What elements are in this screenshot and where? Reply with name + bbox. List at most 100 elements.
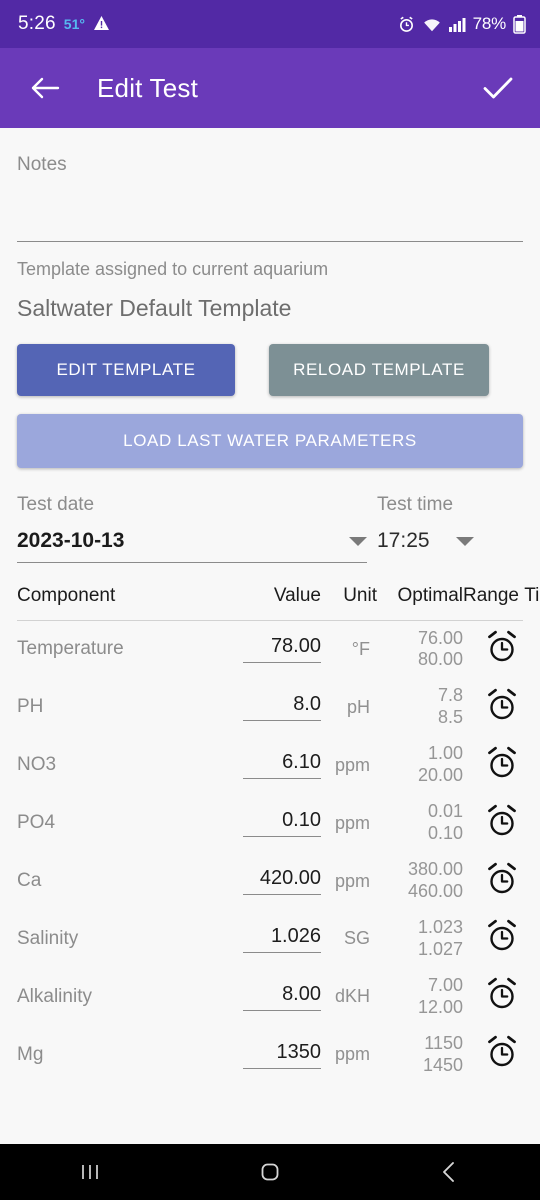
table-row: Salinity 1.026 SG 1.023 1.027 bbox=[17, 910, 523, 968]
alarm-clock-icon[interactable] bbox=[485, 688, 519, 722]
value-input[interactable]: 8.0 bbox=[243, 693, 321, 722]
header-unit: Unit bbox=[343, 585, 377, 606]
home-icon[interactable] bbox=[225, 1150, 315, 1194]
optimal-high: 1.027 bbox=[417, 938, 463, 959]
optimal-low: 0.01 bbox=[427, 801, 463, 822]
header-range-timer: Range Timer bbox=[463, 585, 540, 619]
unit-label: SG bbox=[343, 928, 370, 949]
optimal-high: 80.00 bbox=[417, 649, 463, 670]
status-bar-right: 78% bbox=[398, 14, 526, 34]
value-input[interactable]: 1.026 bbox=[243, 925, 321, 953]
optimal-low: 76.00 bbox=[417, 627, 463, 648]
value-cell[interactable]: 8.0 bbox=[229, 678, 321, 736]
value-text: 6.10 bbox=[282, 751, 321, 774]
unit-label: ppm bbox=[334, 1044, 370, 1065]
optimal-low: 1150 bbox=[424, 1032, 463, 1053]
reload-template-button[interactable]: RELOAD TEMPLATE bbox=[269, 344, 489, 396]
optimal-high: 460.00 bbox=[407, 881, 463, 902]
back-arrow-icon[interactable] bbox=[26, 69, 64, 107]
value-cell[interactable]: 1.026 bbox=[229, 910, 321, 968]
notes-input[interactable] bbox=[17, 184, 523, 241]
value-cell[interactable]: 420.00 bbox=[229, 852, 321, 910]
app-bar: Edit Test bbox=[0, 48, 540, 128]
optimal-range: 380.00 460.00 bbox=[377, 852, 463, 910]
test-date-field[interactable]: Test date 2023-10-13 bbox=[17, 494, 367, 563]
timer-cell[interactable] bbox=[463, 678, 523, 736]
value-cell[interactable]: 1350 bbox=[229, 1026, 321, 1084]
template-name: Saltwater Default Template bbox=[17, 295, 292, 321]
value-input[interactable]: 6.10 bbox=[243, 751, 321, 780]
nav-back-icon[interactable] bbox=[405, 1150, 495, 1194]
component-name: Alkalinity bbox=[17, 985, 92, 1007]
timer-cell[interactable] bbox=[463, 620, 523, 678]
load-last-water-parameters-button[interactable]: LOAD LAST WATER PARAMETERS bbox=[17, 414, 523, 468]
test-time-label: Test time bbox=[377, 494, 454, 515]
date-time-row: Test date 2023-10-13 Test time 17:25 bbox=[17, 494, 523, 563]
value-input[interactable]: 1350 bbox=[243, 1041, 321, 1069]
unit-label: °F bbox=[351, 638, 370, 659]
optimal-low: 1.00 bbox=[427, 743, 463, 764]
optimal-high: 8.5 bbox=[437, 707, 463, 728]
component-name: PH bbox=[17, 696, 44, 718]
value-text: 1350 bbox=[276, 1040, 322, 1063]
table-row: NO3 6.10 ppm 1.00 20.00 bbox=[17, 736, 523, 794]
value-input[interactable]: 420.00 bbox=[243, 867, 321, 896]
table-row: Temperature 78.00 °F 76.00 80.00 bbox=[17, 620, 523, 678]
test-time-value-row[interactable]: 17:25 bbox=[377, 529, 523, 553]
optimal-high: 20.00 bbox=[417, 765, 463, 786]
timer-cell[interactable] bbox=[463, 910, 523, 968]
value-cell[interactable]: 8.00 bbox=[229, 968, 321, 1026]
timer-cell[interactable] bbox=[463, 736, 523, 794]
cellular-signal-icon bbox=[448, 17, 466, 32]
recents-icon[interactable] bbox=[45, 1150, 135, 1194]
optimal-range: 7.8 8.5 bbox=[377, 678, 463, 736]
optimal-low: 380.00 bbox=[407, 859, 463, 880]
optimal-range: 1.023 1.027 bbox=[377, 910, 463, 968]
alarm-clock-icon[interactable] bbox=[485, 630, 519, 664]
alarm-clock-icon[interactable] bbox=[485, 862, 519, 896]
page-title: Edit Test bbox=[97, 72, 199, 103]
test-time-field[interactable]: Test time 17:25 bbox=[367, 494, 523, 563]
status-bar-left: 5:26 51° bbox=[18, 13, 110, 35]
value-cell[interactable]: 78.00 bbox=[229, 620, 321, 678]
chevron-down-icon[interactable] bbox=[349, 536, 367, 546]
status-clock: 5:26 bbox=[18, 13, 56, 34]
alarm-clock-icon[interactable] bbox=[485, 1035, 519, 1069]
alarm-clock-icon[interactable] bbox=[485, 746, 519, 780]
alarm-clock-icon[interactable] bbox=[485, 804, 519, 838]
optimal-high: 12.00 bbox=[417, 996, 463, 1017]
chevron-down-icon[interactable] bbox=[455, 536, 474, 546]
notes-field[interactable] bbox=[17, 184, 523, 242]
battery-percentage: 78% bbox=[472, 14, 507, 33]
test-date-label: Test date bbox=[17, 494, 95, 515]
form-content: Notes Template assigned to current aquar… bbox=[0, 154, 540, 1084]
alarm-clock-icon[interactable] bbox=[485, 977, 519, 1011]
check-icon[interactable] bbox=[478, 68, 518, 108]
timer-cell[interactable] bbox=[463, 794, 523, 852]
timer-cell[interactable] bbox=[463, 1026, 523, 1084]
value-text: 420.00 bbox=[259, 867, 321, 890]
optimal-range: 0.01 0.10 bbox=[377, 794, 463, 852]
edit-template-button[interactable]: EDIT TEMPLATE bbox=[17, 344, 235, 396]
timer-cell[interactable] bbox=[463, 968, 523, 1026]
component-name: PO4 bbox=[17, 812, 56, 834]
test-date-underline bbox=[17, 562, 367, 563]
test-time-value: 17:25 bbox=[377, 529, 430, 552]
component-name: Mg bbox=[17, 1043, 44, 1065]
value-text: 78.00 bbox=[270, 635, 321, 658]
value-input[interactable]: 78.00 bbox=[243, 635, 321, 664]
value-input[interactable]: 0.10 bbox=[243, 809, 321, 838]
alarm-clock-icon[interactable] bbox=[485, 919, 519, 953]
wifi-icon bbox=[422, 16, 442, 33]
header-component: Component bbox=[17, 585, 116, 606]
optimal-range: 76.00 80.00 bbox=[377, 620, 463, 678]
timer-cell[interactable] bbox=[463, 852, 523, 910]
warning-triangle-icon bbox=[93, 15, 110, 34]
test-date-value-row[interactable]: 2023-10-13 bbox=[17, 529, 367, 553]
value-cell[interactable]: 6.10 bbox=[229, 736, 321, 794]
value-input[interactable]: 8.00 bbox=[243, 983, 321, 1011]
optimal-range: 7.00 12.00 bbox=[377, 968, 463, 1026]
value-cell[interactable]: 0.10 bbox=[229, 794, 321, 852]
table-row: PO4 0.10 ppm 0.01 0.10 bbox=[17, 794, 523, 852]
unit-label: ppm bbox=[334, 870, 370, 891]
